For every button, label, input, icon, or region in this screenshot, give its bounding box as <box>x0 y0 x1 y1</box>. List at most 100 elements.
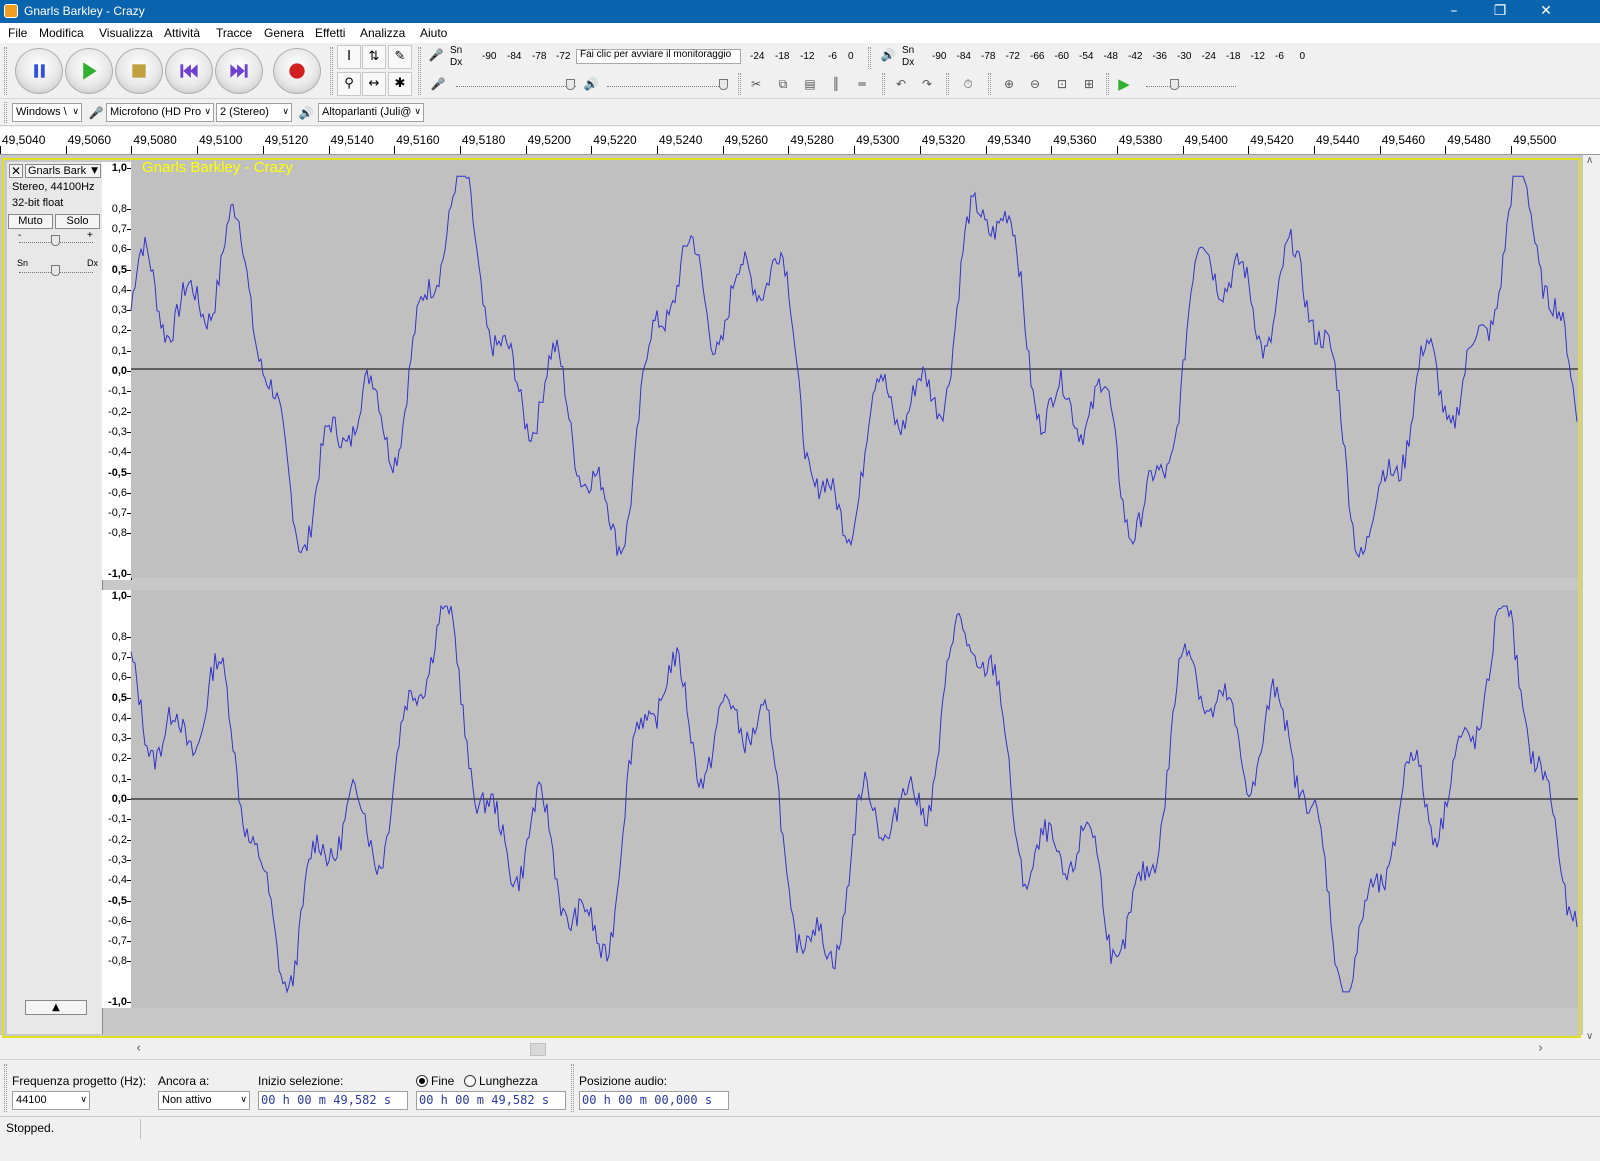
selection-tool-icon[interactable]: I <box>337 45 361 69</box>
pause-button[interactable] <box>15 48 63 94</box>
playback-device-select[interactable]: Altoparlanti (Juli@ ∨ <box>318 103 424 122</box>
record-button[interactable] <box>273 48 321 94</box>
zoom-out-icon[interactable]: ⊖ <box>1023 72 1047 96</box>
redo-icon[interactable]: ↷ <box>915 72 939 96</box>
toolbar-grip[interactable] <box>868 47 871 69</box>
toolbar-grip[interactable] <box>1106 73 1109 95</box>
selection-end-time[interactable]: 00 h 00 m 49,582 s <box>416 1091 566 1110</box>
timeline-ruler[interactable]: 49,5040 49,5060 49,5080 49,5100 49,5120 49,51… <box>0 127 1600 155</box>
minimize-icon[interactable]: – <box>1431 0 1477 23</box>
recording-device-select[interactable]: Microfono (HD Pro ∨ <box>106 103 214 122</box>
trim-audio-icon[interactable]: ║ <box>824 72 848 96</box>
scroll-up-icon[interactable]: ∧ <box>1586 155 1593 166</box>
copy-icon[interactable]: ⧉ <box>771 72 795 96</box>
menu-attivita[interactable]: Attività <box>164 26 200 40</box>
ruler-label: 49,5220 <box>593 133 637 147</box>
audio-host-value: Windows \ <box>16 106 67 118</box>
toolbar-grip[interactable] <box>4 1064 7 1112</box>
scroll-left-icon[interactable]: ‹ <box>136 1041 141 1056</box>
skip-to-end-button[interactable] <box>215 48 263 94</box>
time-shift-tool-icon[interactable]: ↔ <box>362 72 386 96</box>
menu-modifica[interactable]: Modifica <box>39 26 84 40</box>
playback-meter-icon[interactable]: 🔊 <box>876 43 900 67</box>
project-rate-select[interactable]: 44100 ∨ <box>12 1091 90 1110</box>
playback-meter-tick: -78 <box>981 51 996 62</box>
snap-to-select[interactable]: Non attivo ∨ <box>158 1091 250 1110</box>
ruler-tick <box>657 146 658 154</box>
playback-volume-thumb[interactable] <box>719 79 728 90</box>
chevron-down-icon: ∨ <box>282 107 289 117</box>
length-radio[interactable] <box>464 1075 476 1087</box>
waveform-display[interactable]: Gnarls Barkley - Crazy <box>0 155 1583 1035</box>
toolbar-grip[interactable] <box>330 47 333 95</box>
horizontal-scroll-thumb[interactable] <box>530 1043 546 1056</box>
ruler-label: 49,5080 <box>133 133 177 147</box>
toolbar-grip[interactable] <box>946 73 949 95</box>
toolbar-grip[interactable] <box>988 73 991 95</box>
playback-device-value: Altoparlanti (Juli@ <box>322 106 412 118</box>
monitor-prompt[interactable]: Fai clic per avviare il monitoraggio <box>576 49 741 64</box>
recording-channels-value: 2 (Stereo) <box>220 106 269 118</box>
menu-bar: File Modifica Visualizza Attività Tracce… <box>0 23 1600 43</box>
record-meter-tick: -24 <box>750 51 765 62</box>
zoom-tool-icon[interactable]: ⚲ <box>337 72 361 96</box>
record-meter-icon[interactable]: 🎤 <box>424 43 448 67</box>
play-button[interactable] <box>65 48 113 94</box>
multi-tool-icon[interactable]: ✱ <box>388 72 412 96</box>
horizontal-scrollbar[interactable]: ‹ › <box>130 1041 1555 1058</box>
menu-visualizza[interactable]: Visualizza <box>99 26 153 40</box>
stop-button[interactable] <box>115 48 163 94</box>
zoom-in-icon[interactable]: ⊕ <box>997 72 1021 96</box>
toolbar-grip[interactable] <box>4 47 7 95</box>
record-volume-slider[interactable] <box>456 86 576 87</box>
restore-icon[interactable]: ❐ <box>1477 0 1523 23</box>
audio-position-time[interactable]: 00 h 00 m 00,000 s <box>579 1091 729 1110</box>
playback-volume-slider[interactable] <box>607 86 727 87</box>
fit-project-icon[interactable]: ⊞ <box>1077 72 1101 96</box>
menu-effetti[interactable]: Effetti <box>315 26 345 40</box>
fit-selection-icon[interactable]: ⊡ <box>1050 72 1074 96</box>
project-rate-label: Frequenza progetto (Hz): <box>12 1074 147 1088</box>
menu-tracce[interactable]: Tracce <box>216 26 252 40</box>
ruler-tick <box>854 146 856 154</box>
record-meter-tick: -84 <box>507 51 522 62</box>
chevron-down-icon: ∨ <box>80 1095 87 1105</box>
scroll-down-icon[interactable]: ∨ <box>1586 1031 1593 1042</box>
toolbar-grip[interactable] <box>738 73 741 95</box>
menu-file[interactable]: File <box>8 26 27 40</box>
ruler-tick <box>1051 146 1053 154</box>
ruler-tick <box>1379 146 1381 154</box>
record-volume-thumb[interactable] <box>566 79 575 90</box>
play-speed-thumb[interactable] <box>1170 79 1179 90</box>
end-radio[interactable] <box>416 1075 428 1087</box>
toolbar-grip[interactable] <box>418 47 421 95</box>
close-icon[interactable]: ✕ <box>1523 0 1569 23</box>
clip-title[interactable]: Gnarls Barkley - Crazy <box>142 159 293 176</box>
toolbar-grip[interactable] <box>571 1064 574 1112</box>
vertical-scrollbar[interactable]: ∧ ∨ <box>1583 155 1600 1045</box>
skip-to-start-button[interactable] <box>165 48 213 94</box>
track-area: ✕ Gnarls Bark ▼ Stereo, 44100Hz 32-bit fl… <box>0 155 1583 1038</box>
sync-lock-icon[interactable]: ⏱ <box>956 72 980 96</box>
toolbar-grip[interactable] <box>882 73 885 95</box>
toolbar-grip[interactable] <box>4 102 7 123</box>
recording-channels-select[interactable]: 2 (Stereo) ∨ <box>216 103 292 122</box>
ruler-tick <box>459 146 461 154</box>
undo-icon[interactable]: ↶ <box>889 72 913 96</box>
ruler-label: 49,5480 <box>1447 133 1491 147</box>
paste-icon[interactable]: ▤ <box>798 72 822 96</box>
scroll-right-icon[interactable]: › <box>1538 1041 1543 1056</box>
menu-genera[interactable]: Genera <box>264 26 304 40</box>
play-speed-slider[interactable] <box>1146 86 1236 87</box>
ruler-tick <box>525 146 527 154</box>
selection-start-time[interactable]: 00 h 00 m 49,582 s <box>258 1091 408 1110</box>
play-at-speed-icon[interactable]: ▶ <box>1112 72 1136 96</box>
menu-analizza[interactable]: Analizza <box>360 26 405 40</box>
cut-icon[interactable]: ✂ <box>744 72 768 96</box>
audio-host-select[interactable]: Windows \ ∨ <box>12 103 82 122</box>
ruler-tick <box>1182 146 1184 154</box>
draw-tool-icon[interactable]: ✎ <box>388 45 412 69</box>
silence-audio-icon[interactable]: ═ <box>850 72 874 96</box>
menu-aiuto[interactable]: Aiuto <box>420 26 447 40</box>
envelope-tool-icon[interactable]: ⇅ <box>362 45 386 69</box>
